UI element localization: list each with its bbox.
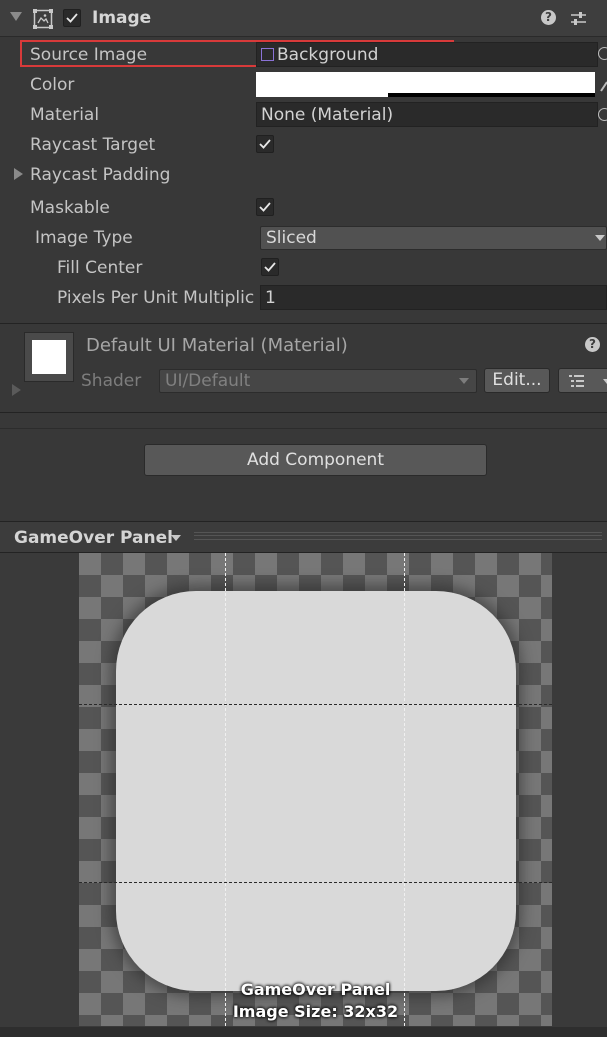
- alpha-bar: [256, 93, 595, 97]
- object-picker-icon[interactable]: [598, 47, 607, 60]
- image-component-icon: [33, 9, 53, 33]
- checkmark-icon: [259, 139, 271, 149]
- add-component-button[interactable]: Add Component: [144, 444, 487, 476]
- checkmark-icon: [66, 13, 78, 23]
- raycast-padding-label[interactable]: Raycast Padding: [30, 165, 170, 185]
- source-image-field[interactable]: Background: [256, 42, 598, 67]
- slice-border-left: [225, 553, 226, 1026]
- shader-label: Shader: [81, 371, 142, 391]
- foldout-arrow-icon[interactable]: [10, 12, 22, 21]
- dropdown-arrow-icon: [459, 378, 469, 384]
- preview-caption-name: GameOver Panel: [240, 980, 391, 999]
- preview-title: GameOver Panel: [14, 528, 173, 548]
- checkmark-icon: [264, 262, 276, 272]
- presets-icon[interactable]: [570, 10, 587, 31]
- material-panel-title: Default UI Material (Material): [86, 335, 348, 356]
- source-image-label: Source Image: [30, 45, 148, 65]
- sprite-icon: [261, 48, 274, 61]
- slice-border-bottom: [79, 882, 552, 883]
- component-title: Image: [92, 8, 152, 28]
- preview-title-dropdown[interactable]: GameOver Panel: [8, 525, 188, 551]
- component-enabled-checkbox[interactable]: [63, 9, 81, 27]
- pixels-per-unit-field[interactable]: 1: [260, 285, 607, 310]
- color-label: Color: [30, 75, 75, 95]
- color-swatch[interactable]: [256, 72, 595, 97]
- dropdown-arrow-icon: [595, 235, 605, 241]
- dropdown-arrow-icon: [603, 379, 607, 384]
- pixels-per-unit-label: Pixels Per Unit Multiplic: [57, 288, 255, 308]
- preview-resize-grip[interactable]: [194, 532, 602, 540]
- image-type-value: Sliced: [266, 228, 317, 248]
- raycast-padding-foldout-icon[interactable]: [14, 168, 23, 180]
- material-field[interactable]: None (Material): [256, 102, 598, 127]
- preview-caption-size: Image Size: 32x32: [232, 1002, 399, 1021]
- slice-border-right: [404, 553, 405, 1026]
- material-foldout-icon[interactable]: [12, 384, 21, 396]
- shader-dropdown[interactable]: UI/Default: [159, 369, 477, 393]
- help-icon[interactable]: ?: [541, 10, 556, 25]
- edit-shader-button[interactable]: Edit...: [484, 368, 550, 393]
- fill-center-checkbox[interactable]: [261, 258, 279, 276]
- section-divider: [0, 323, 607, 324]
- section-divider: [0, 428, 607, 429]
- fill-center-label: Fill Center: [57, 258, 143, 278]
- list-icon: [569, 375, 584, 387]
- maskable-label: Maskable: [30, 198, 110, 218]
- image-type-label: Image Type: [35, 228, 133, 248]
- preview-caption: GameOver Panel Image Size: 32x32: [79, 979, 552, 1023]
- raycast-target-label: Raycast Target: [30, 135, 156, 155]
- material-label: Material: [30, 105, 100, 125]
- raycast-target-checkbox[interactable]: [256, 135, 274, 153]
- material-preview-swatch: [24, 332, 74, 382]
- shader-menu-button[interactable]: [558, 368, 607, 393]
- checkmark-icon: [259, 202, 271, 212]
- maskable-checkbox[interactable]: [256, 198, 274, 216]
- shader-value: UI/Default: [165, 371, 251, 391]
- material-picker-icon[interactable]: [598, 108, 607, 121]
- material-help-icon[interactable]: ?: [585, 337, 600, 352]
- bottom-edge: [0, 1027, 607, 1037]
- sprite-preview: [116, 591, 516, 991]
- source-image-value: Background: [277, 45, 379, 65]
- eyedropper-icon[interactable]: [599, 78, 607, 97]
- slice-border-top: [79, 704, 552, 705]
- dropdown-arrow-icon: [171, 535, 181, 541]
- section-divider: [0, 412, 607, 413]
- image-type-dropdown[interactable]: Sliced: [260, 226, 607, 250]
